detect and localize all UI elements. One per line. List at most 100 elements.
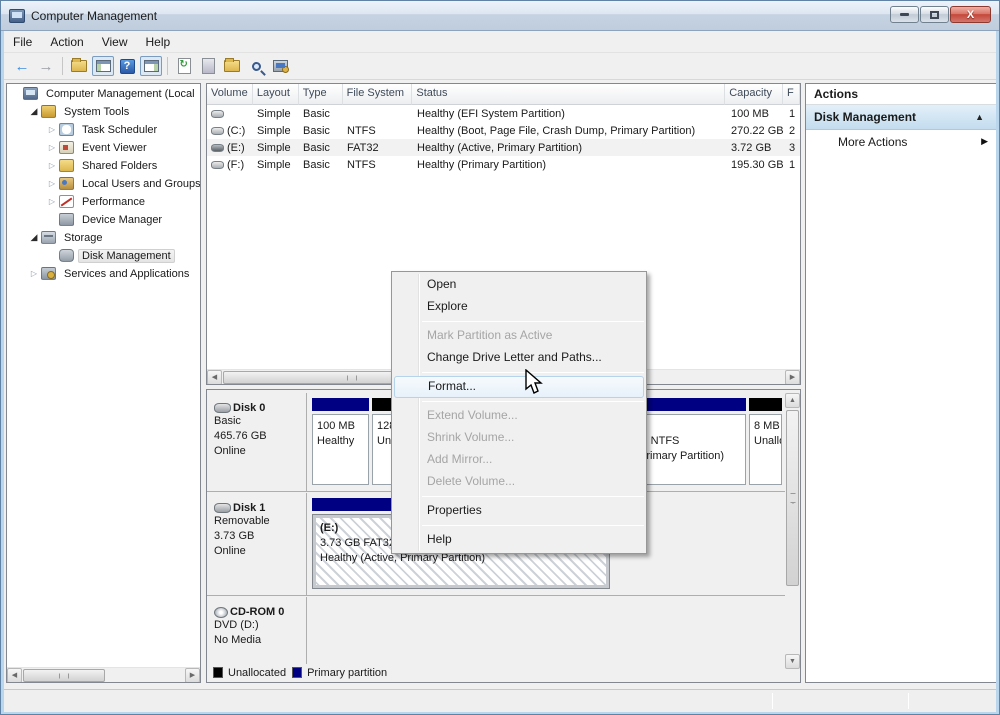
expand-icon[interactable]: ▷ xyxy=(45,161,59,170)
column-header-file-system[interactable]: File System xyxy=(343,84,413,105)
toolbar-button-show-action-pane[interactable] xyxy=(140,56,162,76)
layout-cell: Simple xyxy=(253,142,299,154)
capacity-cell: 3.72 GB xyxy=(727,142,785,154)
tree-horizontal-scrollbar[interactable]: ◀ ▶ xyxy=(7,667,200,682)
toolbar-button-open-folder[interactable] xyxy=(221,56,243,76)
sidebar-item-services-and-applications[interactable]: ▷Services and Applications xyxy=(7,264,200,282)
menu-action[interactable]: Action xyxy=(41,33,92,51)
scroll-down-icon[interactable]: ▼ xyxy=(785,654,800,669)
context-menu-item-explore[interactable]: Explore xyxy=(394,296,644,318)
menu-help[interactable]: Help xyxy=(137,33,180,51)
toolbar-button-back[interactable]: ← xyxy=(11,56,33,76)
storage-icon xyxy=(41,231,56,244)
context-menu-item-properties[interactable]: Properties xyxy=(394,500,644,522)
toolbar-button-refresh[interactable]: ↻ xyxy=(173,56,195,76)
toolbar-button-show-console-tree[interactable] xyxy=(92,56,114,76)
back-icon: ← xyxy=(15,59,30,74)
disk-label: Disk 1Removable3.73 GBOnline xyxy=(207,493,307,595)
expand-icon[interactable]: ▷ xyxy=(45,179,59,188)
collapse-icon[interactable]: ◢ xyxy=(27,232,41,243)
actions-group-disk-management[interactable]: Disk Management ▲ xyxy=(806,105,996,130)
column-header-type[interactable]: Type xyxy=(299,84,343,105)
tree-item-label: Device Manager xyxy=(78,214,166,226)
menu-view[interactable]: View xyxy=(93,33,137,51)
more-actions-item[interactable]: More Actions ▶ xyxy=(806,130,996,153)
expand-icon[interactable]: ▷ xyxy=(27,269,41,278)
scroll-left-icon[interactable]: ◀ xyxy=(7,668,22,683)
column-header-volume[interactable]: Volume xyxy=(207,84,253,105)
disk-info-line: No Media xyxy=(214,633,306,648)
table-row[interactable]: (F:)SimpleBasicNTFSHealthy (Primary Part… xyxy=(207,156,800,173)
partition[interactable]: 8 MBUnallocated xyxy=(749,398,782,485)
menu-file[interactable]: File xyxy=(4,33,41,51)
fs-cell: FAT32 xyxy=(343,142,413,154)
collapse-icon[interactable]: ▲ xyxy=(975,112,984,122)
tree-scroll-thumb[interactable] xyxy=(23,669,105,682)
table-row[interactable]: (E:)SimpleBasicFAT32Healthy (Active, Pri… xyxy=(207,139,800,156)
expand-icon[interactable]: ▷ xyxy=(45,197,59,206)
column-header-f[interactable]: F xyxy=(783,84,800,105)
capacity-cell: 100 MB xyxy=(727,108,785,120)
context-menu-item-change-drive-letter-and-paths[interactable]: Change Drive Letter and Paths... xyxy=(394,347,644,369)
sidebar-item-event-viewer[interactable]: ▷ Event Viewer xyxy=(7,138,200,156)
folder-icon xyxy=(59,159,74,172)
table-row[interactable]: (C:)SimpleBasicNTFSHealthy (Boot, Page F… xyxy=(207,122,800,139)
context-menu-item-extend-volume: Extend Volume... xyxy=(394,405,644,427)
table-row[interactable]: SimpleBasicHealthy (EFI System Partition… xyxy=(207,105,800,122)
toolbar-button-find[interactable] xyxy=(245,56,267,76)
disk-icon xyxy=(211,110,224,118)
partition-text-line: Healthy xyxy=(317,434,364,449)
sidebar-item-performance[interactable]: ▷ Performance xyxy=(7,192,200,210)
toolbar: ← →? ↻ xyxy=(4,53,998,80)
column-header-capacity[interactable]: Capacity xyxy=(725,84,783,105)
disk-pane-vertical-scrollbar[interactable]: ▲ ▼ xyxy=(785,393,800,669)
sidebar-item-shared-folders[interactable]: ▷Shared Folders xyxy=(7,156,200,174)
sidebar-item-system-tools[interactable]: ◢System Tools xyxy=(7,102,200,120)
scroll-right-icon[interactable]: ▶ xyxy=(185,668,200,683)
capacity-cell: 270.22 GB xyxy=(727,125,785,137)
expand-icon[interactable]: ▷ xyxy=(45,143,59,152)
collapse-icon[interactable]: ◢ xyxy=(27,106,41,117)
layout-cell: Simple xyxy=(253,125,299,137)
performance-icon xyxy=(59,195,74,208)
expand-icon[interactable]: ▷ xyxy=(45,125,59,134)
sidebar-item-local-users-and-groups[interactable]: ▷Local Users and Groups xyxy=(7,174,200,192)
sidebar-item-device-manager[interactable]: Device Manager xyxy=(7,210,200,228)
services-icon xyxy=(41,267,56,280)
sidebar-item-computer-management-local[interactable]: Computer Management (Local xyxy=(7,84,200,102)
tree-item-label: Performance xyxy=(78,196,149,208)
sidebar-item-task-scheduler[interactable]: ▷Task Scheduler xyxy=(7,120,200,138)
maximize-button[interactable] xyxy=(920,6,949,23)
sidebar-item-storage[interactable]: ◢ Storage xyxy=(7,228,200,246)
context-menu-item-open[interactable]: Open xyxy=(394,274,644,296)
scroll-up-icon[interactable]: ▲ xyxy=(785,393,800,408)
sidebar-item-disk-management[interactable]: Disk Management xyxy=(7,246,200,264)
disk-scroll-thumb[interactable] xyxy=(786,410,799,586)
tree-item-label: Storage xyxy=(60,232,107,244)
primary-partition-band xyxy=(312,398,369,411)
mouse-cursor xyxy=(524,369,546,402)
disk-info-line: Basic xyxy=(214,414,306,429)
scroll-left-icon[interactable]: ◀ xyxy=(207,370,222,385)
column-header-status[interactable]: Status xyxy=(412,84,725,105)
tree-item-label: Event Viewer xyxy=(78,142,151,154)
title-bar[interactable]: Computer Management X xyxy=(1,1,999,31)
toolbar-button-help[interactable]: ? xyxy=(116,56,138,76)
toolbar-button-export-list[interactable] xyxy=(68,56,90,76)
partition-body: 100 MBHealthy xyxy=(312,414,369,485)
scroll-right-icon[interactable]: ▶ xyxy=(785,370,800,385)
context-menu-item-format[interactable]: Format... xyxy=(394,376,644,398)
find-icon xyxy=(252,62,261,71)
volume-cell xyxy=(207,108,253,120)
maximize-icon xyxy=(930,11,939,19)
context-menu-item-help[interactable]: Help xyxy=(394,529,644,551)
menu-separator xyxy=(422,525,644,526)
statusbar-divider xyxy=(772,693,773,709)
column-header-layout[interactable]: Layout xyxy=(253,84,299,105)
toolbar-button-disk-properties[interactable] xyxy=(197,56,219,76)
partition[interactable]: 100 MBHealthy xyxy=(312,398,369,485)
toolbar-button-forward[interactable]: → xyxy=(35,56,57,76)
minimize-button[interactable] xyxy=(890,6,919,23)
toolbar-button-console-options[interactable] xyxy=(269,56,291,76)
close-button[interactable]: X xyxy=(950,6,991,23)
